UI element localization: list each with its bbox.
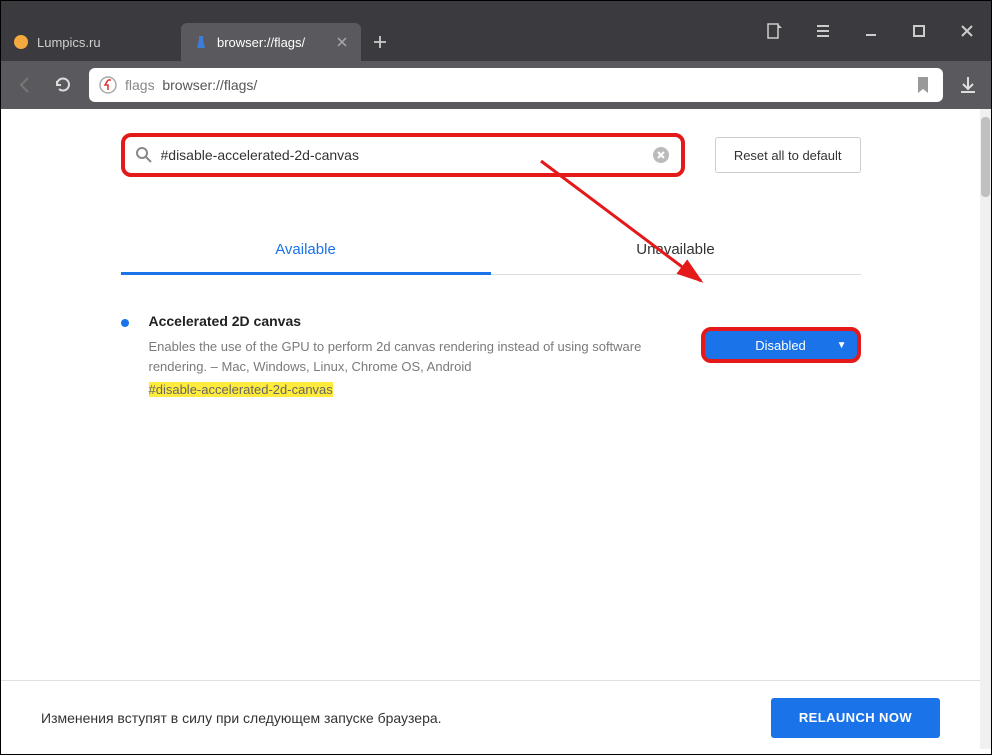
chevron-down-icon: ▼ <box>837 340 847 351</box>
relaunch-button[interactable]: RELAUNCH NOW <box>771 698 940 738</box>
address-bar: flags browser://flags/ <box>1 61 991 109</box>
url-text: flags browser://flags/ <box>125 77 905 93</box>
flag-state-value: Disabled <box>755 338 806 353</box>
back-button[interactable] <box>13 73 37 97</box>
flag-hash: #disable-accelerated-2d-canvas <box>149 382 333 397</box>
maximize-button[interactable] <box>895 1 943 61</box>
tab-title: Lumpics.ru <box>37 35 169 50</box>
favicon-flags <box>193 34 209 50</box>
tab-available[interactable]: Available <box>121 227 491 275</box>
flag-title: Accelerated 2D canvas <box>149 313 681 329</box>
yandex-icon <box>99 76 117 94</box>
flag-state-select[interactable]: Disabled ▼ <box>701 327 861 363</box>
browser-tab-active[interactable]: browser://flags/ <box>181 23 361 61</box>
flags-tabs: Available Unavailable <box>121 227 861 275</box>
titlebar: Lumpics.ru browser://flags/ <box>1 1 991 61</box>
close-tab-icon[interactable] <box>335 35 349 49</box>
tab-title: browser://flags/ <box>217 35 329 50</box>
window-controls <box>751 1 991 61</box>
reset-all-button[interactable]: Reset all to default <box>715 137 861 173</box>
reader-mode-icon[interactable] <box>751 1 799 61</box>
reload-button[interactable] <box>51 73 75 97</box>
flag-item: Accelerated 2D canvas Enables the use of… <box>121 313 861 399</box>
browser-tab-inactive[interactable]: Lumpics.ru <box>1 23 181 61</box>
flags-page: Reset all to default Available Unavailab… <box>1 109 980 754</box>
bookmark-icon[interactable] <box>913 75 933 95</box>
menu-icon[interactable] <box>799 1 847 61</box>
tab-unavailable[interactable]: Unavailable <box>491 227 861 275</box>
flag-description: Enables the use of the GPU to perform 2d… <box>149 337 669 376</box>
relaunch-footer: Изменения вступят в силу при следующем з… <box>1 680 980 754</box>
flag-modified-dot-icon <box>121 319 129 327</box>
scrollbar-thumb[interactable] <box>981 117 990 197</box>
downloads-icon[interactable] <box>957 74 979 96</box>
close-window-button[interactable] <box>943 1 991 61</box>
omnibox[interactable]: flags browser://flags/ <box>89 68 943 102</box>
flags-search-input[interactable] <box>161 147 651 163</box>
flags-search-box <box>121 133 685 177</box>
relaunch-message: Изменения вступят в силу при следующем з… <box>41 710 442 726</box>
vertical-scrollbar[interactable] <box>980 109 991 749</box>
new-tab-button[interactable] <box>361 23 399 61</box>
favicon-lumpics <box>13 34 29 50</box>
clear-search-icon[interactable] <box>651 145 671 165</box>
minimize-button[interactable] <box>847 1 895 61</box>
search-icon <box>135 146 153 164</box>
